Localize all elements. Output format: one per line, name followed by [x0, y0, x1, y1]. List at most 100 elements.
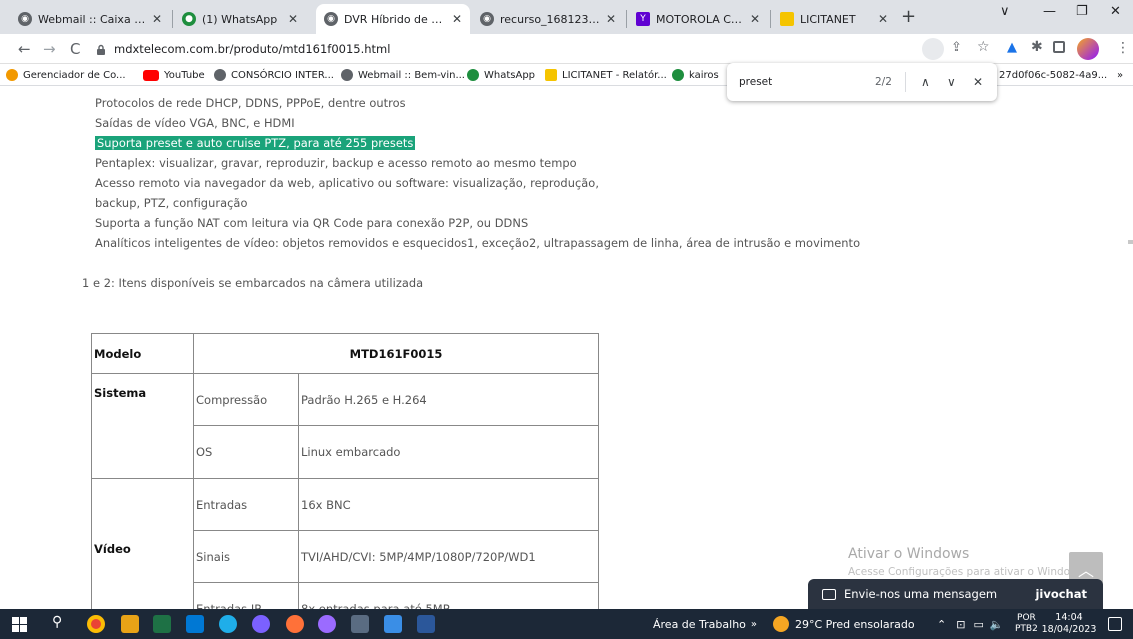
- bookmark-guid[interactable]: 27d0f06c-5082-4a9...: [999, 67, 1107, 83]
- page-action-icon[interactable]: [922, 38, 944, 60]
- globe-icon: ◉: [324, 12, 338, 26]
- close-icon[interactable]: ✕: [606, 12, 616, 26]
- table-cell: 8x entradas para até 5MP: [298, 582, 599, 609]
- bookmark-kairos[interactable]: kairos: [672, 67, 719, 83]
- globe-icon: [341, 69, 353, 81]
- mail-icon: [822, 588, 836, 600]
- search-icon[interactable]: ⚲: [52, 614, 62, 630]
- chevron-right-icon: »: [750, 618, 758, 630]
- volume-icon: 🔈: [989, 617, 1004, 631]
- whatsapp-icon: ●: [182, 12, 196, 26]
- calculator-icon[interactable]: [351, 615, 369, 633]
- bookmark-youtube[interactable]: YouTube: [143, 67, 205, 83]
- date-label: 18/04/2023: [1041, 624, 1097, 635]
- close-icon[interactable]: ✕: [750, 12, 760, 26]
- bookmark-label: Gerenciador de Co...: [23, 69, 126, 81]
- app-icon[interactable]: [252, 615, 270, 633]
- reload-button[interactable]: C: [70, 40, 80, 58]
- tab-label: DVR Híbrido de 16 can: [344, 12, 446, 26]
- chat-widget[interactable]: Envie-nos uma mensagem jivochat: [808, 579, 1103, 609]
- tab-label: Webmail :: Caixa de en: [38, 12, 146, 26]
- tab-dvr[interactable]: ◉ DVR Híbrido de 16 can ✕: [316, 4, 470, 34]
- bookmark-label: Webmail :: Bem-vin...: [358, 69, 465, 81]
- desktop-label: Área de Trabalho: [653, 617, 746, 631]
- table-cell: Padrão H.265 e H.264: [298, 373, 599, 426]
- table-cell: MTD161F0015: [193, 333, 599, 374]
- tab-whatsapp-close[interactable]: ✕: [282, 4, 316, 34]
- close-icon[interactable]: ✕: [288, 12, 298, 26]
- file-explorer-icon[interactable]: [121, 615, 139, 633]
- table-cell: 16x BNC: [298, 478, 599, 531]
- spec-line-highlighted: Suporta preset e auto cruise PTZ, para a…: [95, 136, 416, 150]
- side-panel-icon[interactable]: [1053, 41, 1065, 53]
- tab-webmail[interactable]: ◉ Webmail :: Caixa de en ✕: [10, 4, 170, 34]
- app-icon[interactable]: [318, 615, 336, 633]
- table-cell: Sistema: [91, 373, 194, 479]
- whatsapp-icon: [467, 69, 479, 81]
- chevron-up-icon: ︿: [1077, 561, 1094, 580]
- tab-strip: ◉ Webmail :: Caixa de en ✕ ● (1) WhatsAp…: [0, 0, 1133, 34]
- maximize-button[interactable]: ❐: [1076, 4, 1088, 19]
- spec-table: Modelo MTD161F0015 Sistema Compressão Pa…: [91, 333, 599, 609]
- tab-recurso[interactable]: ◉ recurso_1681236857 ( ✕: [472, 4, 624, 34]
- drive-icon[interactable]: ▲: [1007, 40, 1017, 55]
- weather-text: 29°C Pred ensolarado: [795, 617, 915, 631]
- bookmark-webmail[interactable]: Webmail :: Bem-vin...: [341, 67, 465, 83]
- new-tab-button[interactable]: +: [901, 6, 916, 27]
- tab-separator: [172, 10, 173, 28]
- youtube-icon: [143, 69, 159, 81]
- mail-app-icon[interactable]: [186, 615, 204, 633]
- page-content: Protocolos de rede DHCP, DDNS, PPPoE, de…: [0, 86, 1133, 609]
- app-icon[interactable]: [384, 615, 402, 633]
- tab-search-button[interactable]: ∨: [1000, 4, 1010, 19]
- chat-label: Envie-nos uma mensagem: [844, 587, 998, 601]
- tab-licitanet[interactable]: LICITANET ✕: [772, 4, 896, 34]
- window-close-button[interactable]: ✕: [1110, 4, 1121, 19]
- scrollbar[interactable]: [1128, 240, 1133, 244]
- bookmark-whatsapp[interactable]: WhatsApp: [467, 67, 535, 83]
- close-icon[interactable]: ✕: [452, 12, 462, 26]
- bookmark-label: kairos: [689, 69, 719, 81]
- bookmarks-overflow-button[interactable]: »: [1117, 67, 1123, 83]
- close-icon[interactable]: ✕: [878, 12, 888, 26]
- spec-line: Suporta a função NAT com leitura via QR …: [95, 216, 529, 230]
- firefox-icon[interactable]: [286, 615, 304, 633]
- spec-line: Saídas de vídeo VGA, BNC, e HDMI: [95, 116, 295, 130]
- close-icon[interactable]: ✕: [152, 12, 162, 26]
- star-icon[interactable]: ☆: [977, 39, 990, 55]
- menu-icon[interactable]: ⋮: [1116, 40, 1130, 56]
- clock[interactable]: 14:04 18/04/2023: [1041, 609, 1097, 639]
- table-cell: Entradas: [193, 478, 299, 531]
- table-cell: Sinais: [193, 530, 299, 583]
- language-indicator[interactable]: POR PTB2: [1015, 609, 1038, 639]
- tab-motorola[interactable]: Y MOTOROLA Contudo ✕: [628, 4, 768, 34]
- extensions-icon[interactable]: ✱: [1031, 39, 1043, 55]
- bookmark-licitanet[interactable]: LICITANET - Relatór...: [545, 67, 667, 83]
- globe-icon: ◉: [18, 12, 32, 26]
- minimize-button[interactable]: —: [1043, 4, 1056, 19]
- address-bar[interactable]: mdxtelecom.com.br/produto/mtd161f0015.ht…: [96, 38, 876, 60]
- share-icon[interactable]: ⇪: [951, 40, 962, 55]
- desktop-toolbar[interactable]: Área de Trabalho »: [653, 609, 757, 639]
- system-tray[interactable]: ⌃ ⊡ ▭ 🔈: [937, 609, 1004, 639]
- chrome-icon[interactable]: [87, 615, 105, 633]
- table-cell: Linux embarcado: [298, 425, 599, 479]
- lock-icon: [96, 44, 106, 55]
- bookmark-gerenciador[interactable]: Gerenciador de Co...: [6, 67, 126, 83]
- word-icon[interactable]: [417, 615, 435, 633]
- edge-icon[interactable]: [219, 615, 237, 633]
- notifications-icon[interactable]: [1108, 617, 1122, 631]
- tab-separator: [626, 10, 627, 28]
- weather-widget[interactable]: 29°C Pred ensolarado: [773, 609, 915, 639]
- bookmark-label: YouTube: [164, 69, 205, 81]
- back-button[interactable]: ←: [18, 40, 31, 58]
- keyboard-label: PTB2: [1015, 624, 1038, 634]
- licitanet-icon: [545, 69, 557, 81]
- bookmark-consorcio[interactable]: CONSÓRCIO INTER...: [214, 67, 334, 83]
- bookmark-icon: [6, 69, 18, 81]
- forward-button[interactable]: →: [43, 40, 56, 58]
- globe-icon: ◉: [480, 12, 494, 26]
- excel-icon[interactable]: [153, 615, 171, 633]
- windows-start-icon[interactable]: [12, 617, 27, 632]
- avatar[interactable]: [1077, 38, 1099, 60]
